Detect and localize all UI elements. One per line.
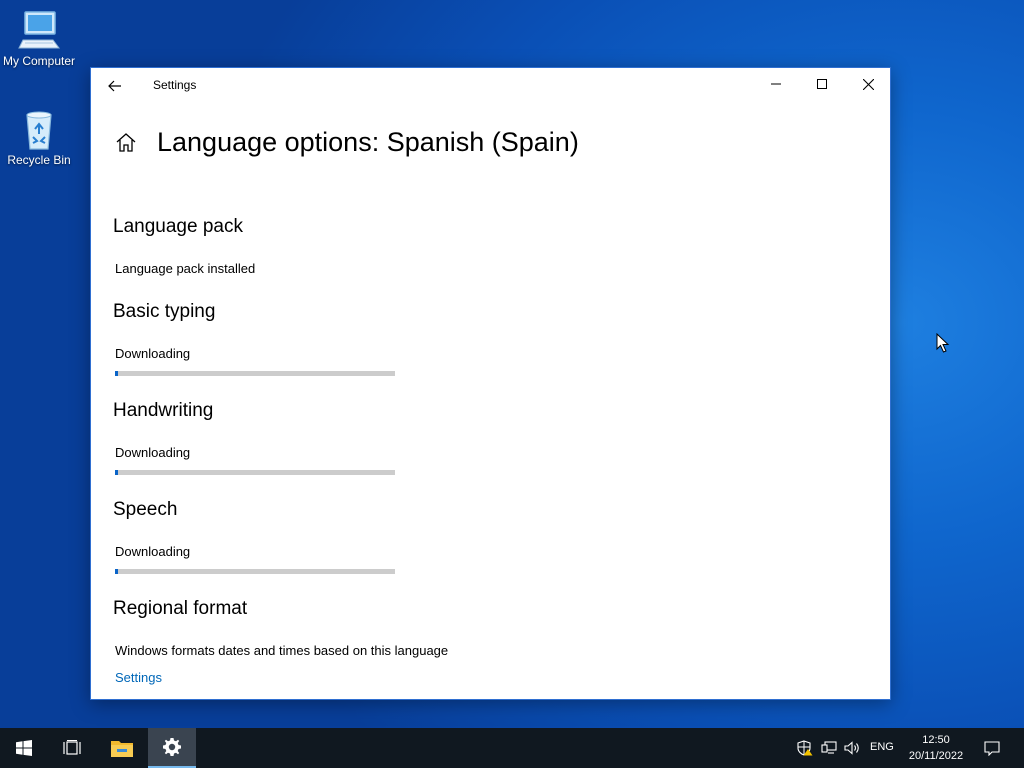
shield-warning-icon xyxy=(797,740,813,756)
home-button[interactable] xyxy=(113,129,139,155)
folder-icon xyxy=(111,741,133,757)
basic-typing-status: Downloading xyxy=(115,346,191,361)
section-title-regional-format: Regional format xyxy=(113,598,248,619)
recycle-bin-icon xyxy=(26,111,52,150)
taskbar: ENG 12:50 20/11/2022 xyxy=(0,728,1024,768)
settings-taskbar-button[interactable] xyxy=(148,728,196,768)
network-tray-button[interactable] xyxy=(819,738,839,758)
close-button[interactable] xyxy=(845,68,891,100)
action-center-button[interactable] xyxy=(980,738,1004,758)
handwriting-progress-bar xyxy=(115,470,395,475)
desktop-icon-label: My Computer xyxy=(2,54,76,68)
title-bar[interactable]: Settings xyxy=(91,68,890,102)
minimize-button[interactable] xyxy=(753,68,799,100)
basic-typing-progress-bar xyxy=(115,371,395,376)
arrow-left-icon xyxy=(108,80,121,92)
computer-icon xyxy=(18,11,60,49)
window-title: Settings xyxy=(153,78,197,92)
gear-icon xyxy=(163,738,181,756)
maximize-button[interactable] xyxy=(799,68,845,100)
speech-status: Downloading xyxy=(115,544,191,559)
regional-format-settings-link[interactable]: Settings xyxy=(115,670,162,685)
back-button[interactable] xyxy=(101,72,129,100)
speaker-icon xyxy=(844,741,859,755)
speech-progress-bar xyxy=(115,569,395,574)
progress-fill xyxy=(115,470,118,475)
clock-time: 12:50 xyxy=(922,734,950,746)
input-language-indicator[interactable]: ENG xyxy=(870,741,894,753)
regional-format-description: Windows formats dates and times based on… xyxy=(115,643,449,658)
handwriting-status: Downloading xyxy=(115,445,191,460)
language-pack-status: Language pack installed xyxy=(115,261,256,276)
network-icon xyxy=(821,741,837,754)
maximize-icon xyxy=(817,79,827,89)
close-icon xyxy=(862,78,874,90)
task-view-icon xyxy=(63,740,81,755)
home-icon xyxy=(116,132,136,152)
desktop-icon-label: Recycle Bin xyxy=(7,153,71,167)
taskbar-clock[interactable]: 12:50 20/11/2022 xyxy=(900,732,972,764)
progress-fill xyxy=(115,569,118,574)
clock-date: 20/11/2022 xyxy=(908,750,964,762)
start-button[interactable] xyxy=(0,728,48,768)
settings-window: Settings Language options: Spanish (Spai… xyxy=(90,67,891,700)
section-title-speech: Speech xyxy=(113,499,178,520)
windows-logo-icon xyxy=(16,740,32,756)
security-tray-button[interactable] xyxy=(795,738,815,758)
task-view-button[interactable] xyxy=(48,728,96,768)
desktop-icon-recycle-bin[interactable]: Recycle Bin xyxy=(0,107,81,167)
minimize-icon xyxy=(771,83,781,85)
page-header: Language options: Spanish (Spain) xyxy=(113,124,579,160)
page-title: Language options: Spanish (Spain) xyxy=(157,126,579,157)
notification-icon xyxy=(984,741,1000,756)
file-explorer-button[interactable] xyxy=(98,728,146,768)
progress-fill xyxy=(115,371,118,376)
section-title-basic-typing: Basic typing xyxy=(113,301,216,322)
volume-tray-button[interactable] xyxy=(843,738,863,758)
mouse-cursor-icon xyxy=(936,333,950,353)
section-title-handwriting: Handwriting xyxy=(113,400,214,421)
desktop-icon-my-computer[interactable]: My Computer xyxy=(0,10,81,68)
section-title-language-pack: Language pack xyxy=(113,216,243,237)
